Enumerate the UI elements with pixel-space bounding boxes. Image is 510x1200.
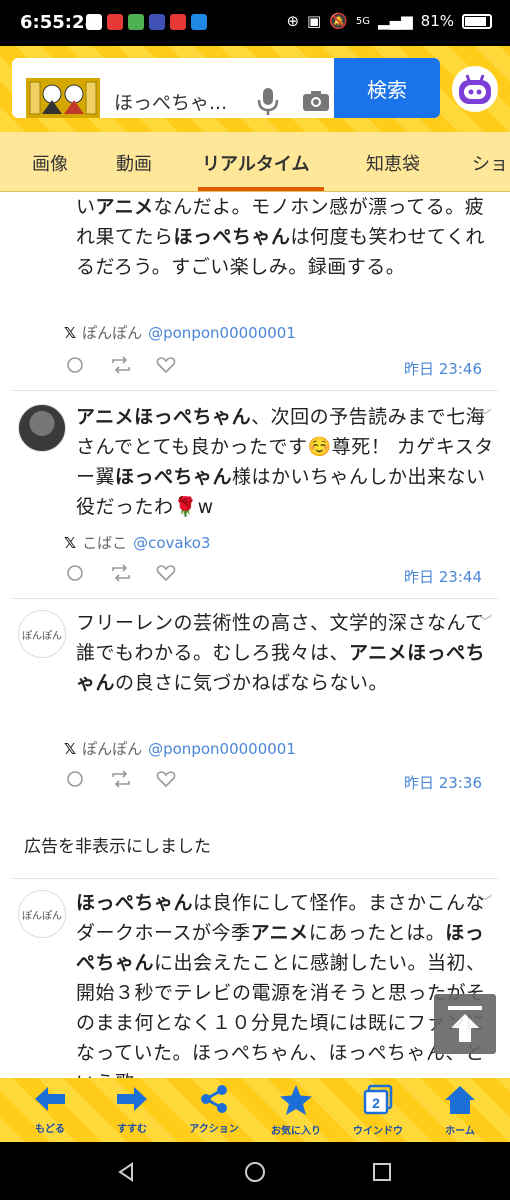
like-icon[interactable] [156,770,176,788]
post-actions: 昨日 23:36 [64,770,482,792]
author-name: ぽんぽん [82,324,143,342]
search-query[interactable]: ほっぺちゃ... [114,88,227,115]
avatar[interactable]: ぽんぽん [18,610,66,658]
app-notification-icon [107,14,123,30]
toolbar-label: ホーム [445,1126,475,1137]
author-name: ぽんぽん [82,740,143,758]
post-actions: 昨日 23:44 [64,564,482,586]
divider [12,878,498,879]
divider [12,598,498,599]
retweet-icon[interactable] [110,770,132,788]
nav-home-icon[interactable] [244,1161,266,1183]
post-actions: 昨日 23:46 [64,356,482,378]
reply-icon[interactable] [66,770,84,788]
tab-shopping[interactable]: ショ [472,150,508,176]
app-notification-icon [128,14,144,30]
arrow-up-icon [448,1006,482,1042]
post-text: いアニメなんだよ。モノホン感が漂ってる。疲れ果てたらほっぺちゃんは何度も笑わせて… [76,196,485,278]
add-circle-icon: ⊕ [286,12,300,30]
post-timestamp[interactable]: 昨日 23:46 [404,358,482,379]
battery-icon [462,13,492,29]
post-timestamp[interactable]: 昨日 23:36 [404,772,482,793]
toolbar-label: もどる [35,1124,65,1135]
action-button[interactable]: アクション [174,1084,254,1135]
post-text: ほっぺちゃんは良作にして怪作。まさかこんなダークホースが今季アニメにあったとは。… [76,892,486,1078]
system-navigation-bar [0,1142,510,1200]
retweet-icon[interactable] [110,356,132,374]
author-handle[interactable]: @ponpon00000001 [148,740,296,758]
nav-back-icon[interactable] [116,1162,136,1182]
favorites-button[interactable]: お気に入り [256,1084,336,1137]
microphone-icon[interactable] [256,86,280,116]
chevron-down-icon[interactable]: ﹀ [478,406,492,426]
post-author[interactable]: 𝕏 ぽんぽん @ponpon00000001 [64,322,296,343]
arrow-right-icon [117,1087,147,1111]
realtime-feed: いアニメなんだよ。モノホン感が漂ってる。疲れ果てたらほっぺちゃんは何度も笑わせて… [0,192,510,1078]
camera-icon[interactable] [302,90,330,112]
ad-hidden-notice: 広告を非表示にしました [24,837,211,857]
assistant-icon[interactable] [452,66,498,112]
divider [12,390,498,391]
reply-icon[interactable] [66,356,84,374]
share-icon [201,1085,227,1113]
tab-chiebukuro[interactable]: 知恵袋 [366,150,420,176]
post-author[interactable]: 𝕏 ぽんぽん @ponpon00000001 [64,738,296,759]
home-button[interactable]: ホーム [420,1084,500,1137]
x-logo-icon: 𝕏 [64,739,77,758]
battery-percent: 81% [420,12,454,30]
x-logo-icon: 𝕏 [64,533,77,552]
author-name: こばこ [82,534,128,552]
signal-icon: ▂▄▆ [378,12,413,30]
scroll-to-top-button[interactable] [434,994,496,1054]
back-button[interactable]: もどる [10,1084,90,1135]
youtube-icon [170,14,186,30]
toolbar-label: すすむ [117,1124,147,1135]
window-button[interactable]: 2 ウインドウ [338,1084,418,1137]
author-handle[interactable]: @covako3 [133,534,210,552]
nfc-icon: ▣ [307,12,322,30]
mute-icon: 🔕 [329,12,348,30]
svg-text:2: 2 [372,1095,380,1111]
tab-images[interactable]: 画像 [32,150,68,176]
nav-recents-icon[interactable] [372,1162,392,1182]
notification-icons [86,14,207,30]
window-icon: 2 [363,1084,393,1115]
toolbar-label: アクション [189,1124,239,1135]
search-button[interactable]: 検索 [334,58,440,118]
post-text: フリーレンの芸術性の高さ、文学的深さなんて誰でもわかる。むしろ我々は、アニメほっ… [76,612,486,694]
search-tabs: 画像 動画 リアルタイム 知恵袋 ショ [0,132,510,192]
app-header: ほっぺちゃ... 検索 [0,46,510,132]
avatar[interactable] [18,404,66,452]
app-notification-icon [86,14,102,30]
network-type: 5G [355,15,371,27]
post-text: アニメほっぺちゃん、次回の予告読みまで七海さんでとても良かったです☺️尊死！ カ… [76,406,494,518]
toolbar-label: ウインドウ [353,1126,403,1137]
author-handle[interactable]: @ponpon00000001 [148,324,296,342]
toolbar-label: お気に入り [271,1126,321,1137]
hina-doll-logo-icon [26,78,100,118]
active-tab-indicator [198,187,324,191]
bottom-toolbar: もどる すすむ アクション お気に入り 2 ウインドウ ホーム [0,1078,510,1142]
app-notification-icon [149,14,165,30]
arrow-left-icon [35,1087,65,1111]
chevron-down-icon[interactable]: ﹀ [478,612,492,632]
like-icon[interactable] [156,564,176,582]
post-timestamp[interactable]: 昨日 23:44 [404,566,482,587]
tab-realtime[interactable]: リアルタイム [202,150,309,176]
reply-icon[interactable] [66,564,84,582]
app-notification-icon [191,14,207,30]
home-icon [445,1086,475,1114]
forward-button[interactable]: すすむ [92,1084,172,1135]
post-author[interactable]: 𝕏 こばこ @covako3 [64,532,210,553]
star-icon [280,1085,312,1115]
like-icon[interactable] [156,356,176,374]
chevron-down-icon[interactable]: ﹀ [478,892,492,912]
x-logo-icon: 𝕏 [64,323,77,342]
avatar[interactable]: ぽんぽん [18,890,66,938]
retweet-icon[interactable] [110,564,132,582]
tab-videos[interactable]: 動画 [116,150,152,176]
status-bar: 6:55:28 ⊕ ▣ 🔕 5G ▂▄▆ 81% [0,0,510,46]
system-icons: ⊕ ▣ 🔕 5G ▂▄▆ 81% [286,12,492,30]
